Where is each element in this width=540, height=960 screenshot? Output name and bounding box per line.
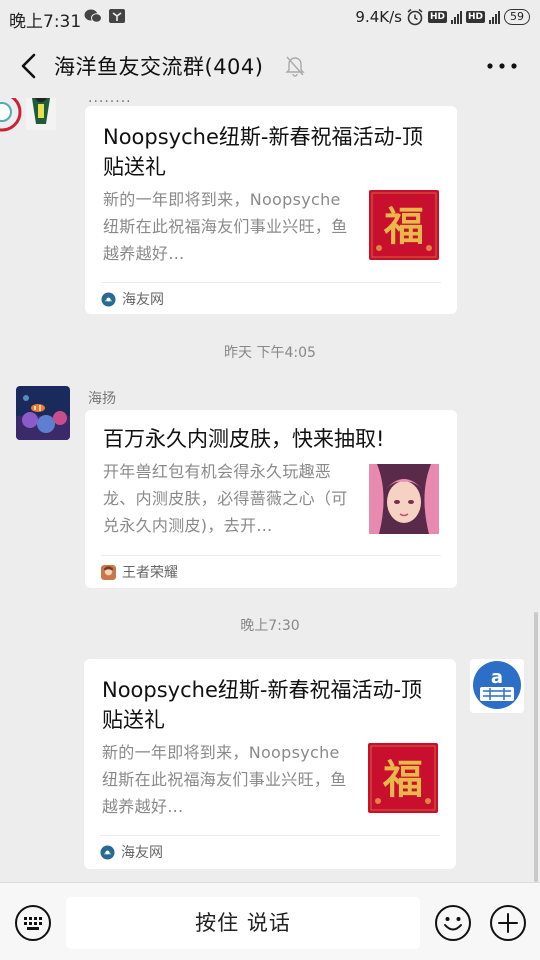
back-arrow-icon bbox=[21, 53, 36, 79]
wechat-icon bbox=[84, 9, 102, 23]
cartoon-avatar-icon bbox=[0, 98, 56, 132]
more-dots-icon bbox=[487, 63, 517, 69]
card-title: Noopsyche纽斯-新春祝福活动-顶贴送礼 bbox=[102, 678, 423, 732]
haiyou-logo-icon bbox=[100, 844, 115, 860]
scrollbar[interactable] bbox=[534, 612, 538, 882]
hd-badge: HD bbox=[427, 11, 447, 23]
card-divider bbox=[100, 835, 440, 836]
signal-icon bbox=[450, 10, 462, 24]
svg-text:福: 福 bbox=[382, 756, 423, 803]
more-button[interactable] bbox=[484, 54, 520, 78]
net-speed: 9.4K/s bbox=[355, 8, 402, 26]
haiyou-logo-icon bbox=[101, 291, 116, 307]
game-character-thumbnail bbox=[369, 464, 439, 534]
svg-text:a: a bbox=[491, 667, 503, 688]
link-card[interactable]: Noopsyche纽斯-新春祝福活动-顶贴送礼 新的一年即将到来，Noopsyc… bbox=[84, 659, 456, 869]
avatar[interactable]: a bbox=[470, 659, 524, 713]
signal-icon bbox=[489, 10, 500, 24]
alarm-icon bbox=[407, 8, 423, 26]
source-name: 海友网 bbox=[122, 292, 164, 308]
hd-badge: HD bbox=[465, 11, 485, 23]
mute-bell-icon bbox=[285, 56, 305, 77]
chat-messages[interactable]: ........ Noopsyche纽斯-新春祝福活动-顶贴送礼 新的一年即将到… bbox=[0, 98, 540, 882]
sender-name: ........ bbox=[88, 98, 132, 106]
back-button[interactable] bbox=[8, 46, 48, 86]
card-source: 海友网 bbox=[101, 289, 164, 309]
sender-name: 海扬 bbox=[88, 391, 116, 407]
coral-photo-avatar-icon bbox=[16, 386, 70, 440]
card-description: 开年兽红包有机会得永久玩趣恶龙、内测皮肤，必得蔷薇之心（可兑永久内测皮)，去开… bbox=[103, 462, 348, 535]
source-name: 海友网 bbox=[121, 845, 163, 861]
fu-red-thumbnail: 福 bbox=[368, 743, 438, 813]
timestamp: 晚上7:30 bbox=[240, 618, 300, 634]
link-card[interactable]: 百万永久内测皮肤，快来抽取! 开年兽红包有机会得永久玩趣恶龙、内测皮肤，必得蔷薇… bbox=[85, 410, 457, 588]
card-description: 新的一年即将到来，Noopsyche纽斯在此祝福海友们事业兴旺，鱼越养越好… bbox=[102, 743, 347, 816]
hold-to-talk-button[interactable]: 按住 说话 bbox=[66, 897, 420, 949]
status-right: 9.4K/s HD HD 59 bbox=[355, 6, 530, 28]
avatar[interactable] bbox=[0, 98, 70, 134]
chat-header: 海洋鱼友交流群(404) bbox=[0, 34, 540, 98]
card-source: 海友网 bbox=[100, 842, 163, 862]
timestamp: 昨天 下午4:05 bbox=[224, 345, 316, 361]
card-divider bbox=[101, 282, 441, 283]
card-description: 新的一年即将到来，Noopsyche纽斯在此祝福海友们事业兴旺，鱼越养越好… bbox=[103, 190, 348, 263]
svg-text:福: 福 bbox=[383, 203, 424, 250]
avatar[interactable] bbox=[16, 386, 70, 440]
card-title: Noopsyche纽斯-新春祝福活动-顶贴送礼 bbox=[103, 125, 424, 179]
link-card[interactable]: Noopsyche纽斯-新春祝福活动-顶贴送礼 新的一年即将到来，Noopsyc… bbox=[85, 106, 457, 314]
status-bar: 晚上7:31 9.4K/s HD HD 59 bbox=[0, 0, 540, 34]
battery-icon: 59 bbox=[504, 9, 530, 25]
weibo-icon bbox=[109, 9, 125, 23]
card-divider bbox=[101, 555, 441, 556]
plus-icon bbox=[490, 905, 526, 941]
status-time: 晚上7:31 bbox=[9, 12, 82, 32]
input-bar: 按住 说话 bbox=[0, 882, 540, 960]
wangzhe-logo-icon bbox=[101, 564, 116, 580]
page-title: 海洋鱼友交流群(404) bbox=[54, 55, 264, 79]
keyboard-icon bbox=[15, 905, 51, 941]
fu-red-thumbnail: 福 bbox=[369, 190, 439, 260]
ai-logo-avatar-icon: a bbox=[470, 659, 524, 713]
emoji-button[interactable] bbox=[434, 904, 472, 942]
card-title: 百万永久内测皮肤，快来抽取! bbox=[103, 427, 385, 451]
card-source: 王者荣耀 bbox=[101, 562, 178, 582]
emoji-icon bbox=[435, 905, 471, 941]
plus-button[interactable] bbox=[489, 904, 527, 942]
source-name: 王者荣耀 bbox=[122, 565, 178, 581]
keyboard-button[interactable] bbox=[14, 904, 52, 942]
